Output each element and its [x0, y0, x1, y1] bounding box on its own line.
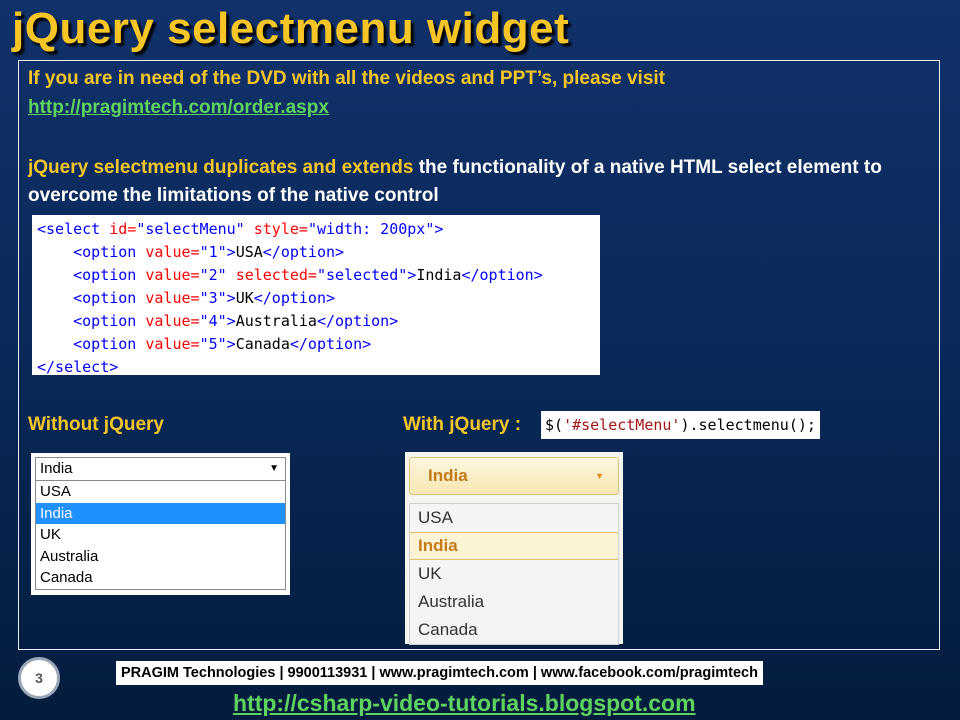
code-token: > — [226, 312, 236, 330]
code-token: </option> — [316, 312, 399, 330]
code-option-text: Australia — [235, 312, 317, 330]
jquery-selectmenu-demo: India ▼ USA India UK Australia Canada — [405, 452, 623, 645]
code-option-text: UK — [235, 289, 254, 307]
code-token: "2" — [199, 266, 227, 284]
code-token: </option> — [262, 243, 345, 261]
code-token: value= — [145, 312, 200, 330]
selectmenu-option[interactable]: Canada — [410, 616, 618, 644]
slide-title: jQuery selectmenu widget — [12, 4, 570, 53]
native-option[interactable]: UK — [36, 524, 285, 546]
native-option[interactable]: USA — [36, 481, 285, 503]
code-token: <option — [73, 312, 137, 330]
native-option[interactable]: India — [36, 502, 285, 524]
code-token: > — [434, 220, 444, 238]
code-token: > — [226, 335, 236, 353]
footer-contact: PRAGIM Technologies | 9900113931 | www.p… — [116, 661, 763, 685]
code-token: value= — [145, 289, 200, 307]
code-token: </option> — [253, 289, 336, 307]
code-token: "3" — [199, 289, 227, 307]
dvd-order-link[interactable]: http://pragimtech.com/order.aspx — [28, 97, 329, 119]
code-token: id= — [109, 220, 137, 238]
code-token: <option — [73, 289, 137, 307]
code-option-text: Canada — [235, 335, 290, 353]
selectmenu-option[interactable]: India — [410, 532, 618, 560]
selectmenu-dropdown: USA India UK Australia Canada — [409, 503, 619, 645]
selectmenu-option[interactable]: USA — [410, 504, 618, 532]
code-token: </select> — [37, 358, 119, 376]
code-token: value= — [145, 335, 200, 353]
code-options: <option value="1">USA</option> <option v… — [37, 243, 543, 353]
code-option-text: India — [416, 266, 462, 284]
code-token: selected= — [235, 266, 317, 284]
code-token: $( — [545, 416, 564, 434]
code-token: </option> — [289, 335, 372, 353]
footer-blog-link[interactable]: http://csharp-video-tutorials.blogspot.c… — [233, 690, 696, 717]
code-token: <select — [37, 220, 101, 238]
code-token: "width: 200px" — [307, 220, 435, 238]
page-number: 3 — [18, 657, 60, 699]
code-token: '#selectMenu' — [563, 416, 681, 434]
selectmenu-option[interactable]: Australia — [410, 588, 618, 616]
code-token: <option — [73, 243, 137, 261]
native-select-value: India — [40, 460, 73, 477]
code-token: "selected" — [316, 266, 408, 284]
description: jQuery selectmenu duplicates and extends… — [28, 154, 928, 210]
code-token: "1" — [199, 243, 227, 261]
caret-down-icon: ▼ — [595, 471, 604, 481]
code-token: value= — [145, 243, 200, 261]
code-token: ).selectmenu(); — [680, 416, 816, 434]
native-select-dropdown: USA India UK Australia Canada — [35, 481, 286, 590]
code-token: "4" — [199, 312, 227, 330]
chevron-down-icon[interactable]: ▼ — [269, 458, 279, 480]
html-code-block: <select id="selectMenu" style="width: 20… — [32, 215, 600, 376]
code-token: style= — [253, 220, 308, 238]
code-token: <option — [73, 335, 137, 353]
selectmenu-option[interactable]: UK — [410, 560, 618, 588]
selectmenu-button[interactable]: India ▼ — [409, 457, 619, 495]
code-token: "5" — [199, 335, 227, 353]
code-token: value= — [145, 266, 200, 284]
code-token: > — [226, 289, 236, 307]
description-highlight: jQuery selectmenu duplicates and extends — [28, 157, 414, 178]
without-jquery-label: Without jQuery — [28, 414, 164, 435]
native-option[interactable]: Australia — [36, 546, 285, 568]
code-token: <option — [73, 266, 137, 284]
selectmenu-call-code: $('#selectMenu').selectmenu(); — [541, 411, 820, 439]
native-select-demo: India ▼ USA India UK Australia Canada — [31, 453, 290, 595]
code-token: "selectMenu" — [136, 220, 245, 238]
native-select[interactable]: India ▼ — [35, 457, 286, 481]
code-option-text: USA — [235, 243, 263, 261]
code-token: > — [226, 243, 236, 261]
code-token: </option> — [461, 266, 543, 284]
selectmenu-value: India — [428, 466, 468, 485]
dvd-text: If you are in need of the DVD with all t… — [28, 68, 666, 89]
code-token: > — [407, 266, 417, 284]
native-option[interactable]: Canada — [36, 567, 285, 589]
with-jquery-label: With jQuery : — [403, 414, 522, 435]
